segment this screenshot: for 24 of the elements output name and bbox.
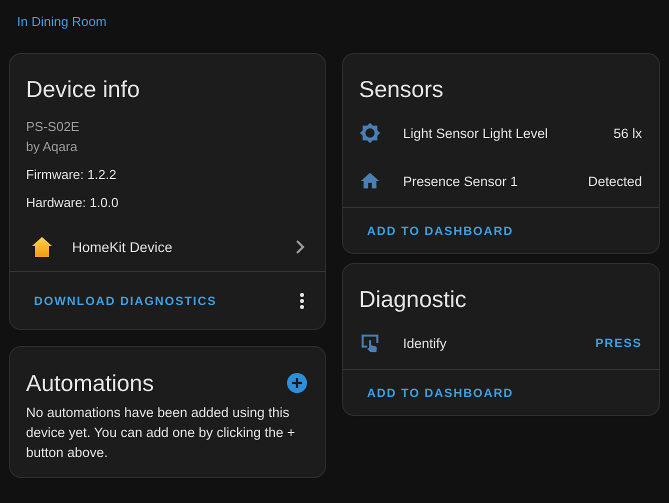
device-manufacturer: by Aqara [26,138,78,156]
add-to-dashboard-button[interactable]: ADD TO DASHBOARD [359,378,522,408]
chevron-right-icon [295,240,305,254]
touch-screen-icon [359,332,381,354]
card-title: Sensors [358,75,444,104]
gear-icon [359,122,381,144]
card-title: Diagnostic [358,285,468,314]
download-diagnostics-button[interactable]: DOWNLOAD DIAGNOSTICS [26,286,225,316]
house-icon [30,235,54,259]
firmware-version: Firmware: 1.2.2 [26,166,118,184]
integration-link[interactable]: HomeKit Device [10,223,325,271]
add-to-dashboard-button[interactable]: ADD TO DASHBOARD [359,216,522,246]
press-button[interactable]: PRESS [595,328,642,358]
device-model: PS-S02E [26,118,80,136]
entity-name: Identify [403,336,448,350]
area-link[interactable]: In Dining Room [17,14,107,29]
entity-state: Detected [588,174,642,188]
entity-name: Presence Sensor 1 [403,174,519,188]
card-title: Automations [26,370,154,396]
entity-state: 56 lx [613,126,642,140]
automations-message: No automations have been added using this device yet. You can add one by clicking the + button above. [25,404,296,462]
entity-name: Light Sensor Light Level [403,126,549,140]
hardware-version: Hardware: 1.0.0 [26,194,120,212]
card-title: Device info [25,75,141,104]
